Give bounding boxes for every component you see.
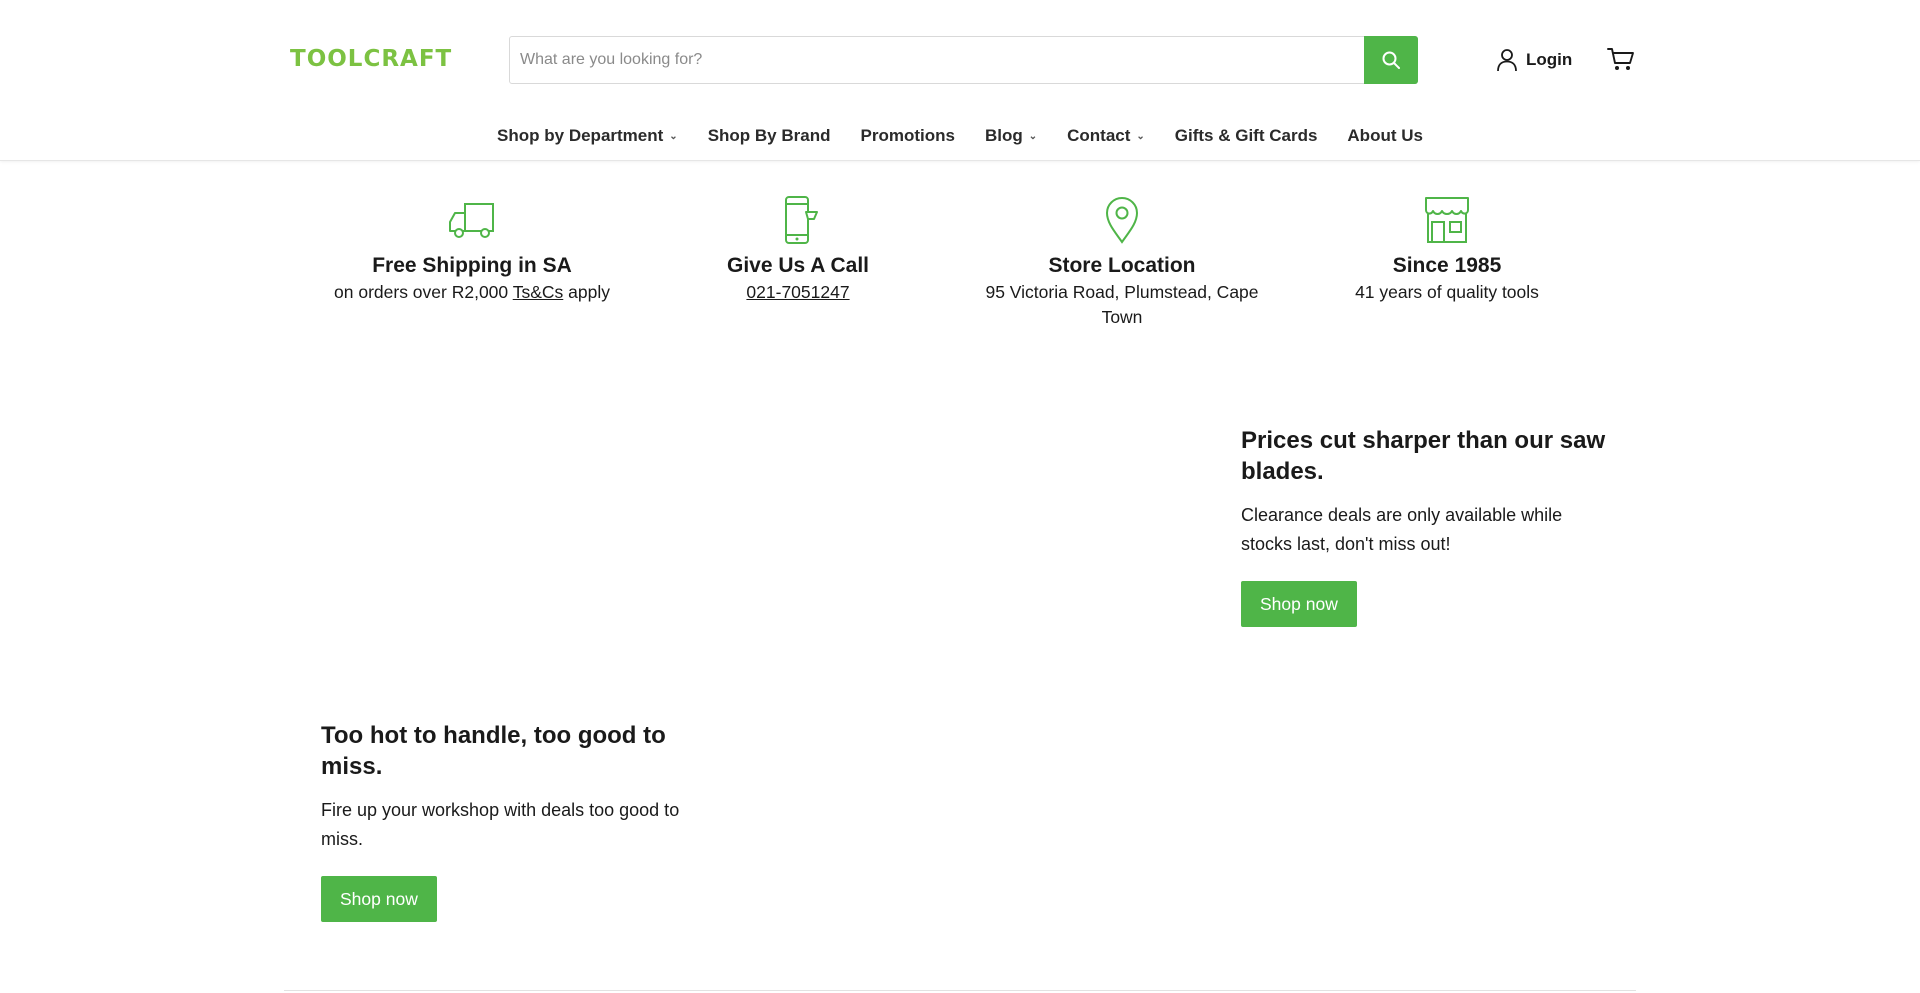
search-icon: [1382, 51, 1400, 69]
nav-shop-by-department[interactable]: Shop by Department ⌄: [482, 122, 693, 150]
nav-contact[interactable]: Contact ⌄: [1052, 122, 1160, 150]
feature-since: Since 1985 41 years of quality tools: [1297, 196, 1597, 305]
feature-shipping: Free Shipping in SA on orders over R2,00…: [322, 196, 622, 305]
chevron-down-icon: ⌄: [1136, 130, 1145, 142]
nav-blog[interactable]: Blog ⌄: [970, 122, 1052, 150]
feature-description: on orders over R2,000 Ts&Cs apply: [334, 282, 610, 302]
search-bar: [509, 36, 1418, 84]
nav-about-us[interactable]: About Us: [1332, 122, 1438, 150]
main-nav: Shop by Department ⌄ Shop By Brand Promot…: [0, 122, 1920, 150]
promo-title: Prices cut sharper than our saw blades.: [1241, 427, 1606, 485]
shop-now-button[interactable]: Shop now: [321, 876, 437, 922]
shop-now-button[interactable]: Shop now: [1241, 581, 1357, 627]
cart-icon: [1607, 48, 1634, 70]
storefront-icon: [1425, 197, 1469, 243]
feature-title: Free Shipping in SA: [372, 254, 572, 277]
terms-link[interactable]: Ts&Cs: [513, 282, 564, 302]
login-link[interactable]: Login: [1496, 46, 1572, 74]
feature-description: 41 years of quality tools: [1355, 282, 1539, 302]
truck-icon: [449, 203, 494, 238]
promo-title: Too hot to handle, too good to miss.: [321, 722, 666, 780]
nav-promotions[interactable]: Promotions: [845, 122, 969, 150]
nav-gifts[interactable]: Gifts & Gift Cards: [1160, 122, 1333, 150]
feature-description: 95 Victoria Road, Plumstead, Cape Town: [985, 282, 1259, 327]
feature-call: Give Us A Call 021-7051247: [648, 196, 948, 305]
phone-icon: [785, 196, 818, 244]
feature-title: Give Us A Call: [727, 254, 869, 277]
promo-description: Fire up your workshop with deals too goo…: [321, 800, 680, 849]
feature-description: 021-7051247: [648, 280, 948, 305]
search-input[interactable]: [510, 37, 1364, 83]
user-icon: [1497, 49, 1517, 72]
nav-shop-by-brand[interactable]: Shop By Brand: [693, 122, 846, 150]
feature-title: Store Location: [1048, 254, 1196, 277]
promo-clearance: Prices cut sharper than our saw blades. …: [1241, 425, 1611, 627]
login-label: Login: [1526, 50, 1573, 69]
site-header: TOOLCRAFT Login Shop by Department⌄ Shop…: [0, 0, 1920, 161]
feature-location: Store Location 95 Victoria Road, Plumste…: [972, 196, 1272, 330]
chevron-down-icon: ⌄: [1028, 130, 1038, 142]
map-pin-icon: [1105, 197, 1139, 244]
promo-hot-deals: Too hot to handle, too good to miss. Fir…: [321, 720, 681, 922]
chevron-down-icon: ⌄: [669, 130, 678, 142]
cart-button[interactable]: [1607, 46, 1637, 74]
section-divider: [284, 990, 1636, 991]
promo-description: Clearance deals are only available while…: [1241, 505, 1563, 554]
search-button[interactable]: [1364, 36, 1418, 84]
toolcraft-logo[interactable]: TOOLCRAFT: [290, 46, 452, 72]
phone-link[interactable]: 021-7051247: [746, 282, 849, 302]
feature-title: Since 1985: [1392, 254, 1502, 277]
